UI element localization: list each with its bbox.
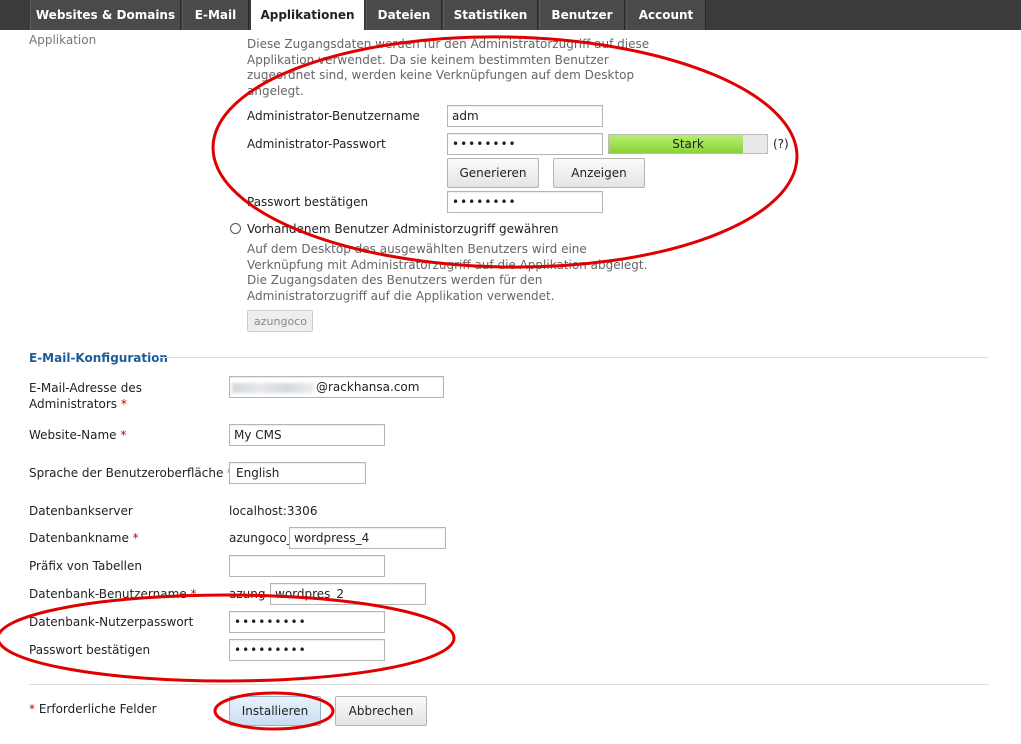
- existing-user-radio[interactable]: [230, 223, 241, 234]
- tab-applikationen[interactable]: Applikationen: [251, 0, 364, 31]
- admin-confirm-input[interactable]: ••••••••: [447, 191, 603, 213]
- annotation-ellipse-db-password: [0, 593, 456, 683]
- existing-user-option-label[interactable]: Vorhandenem Benutzer Administorzugriff g…: [247, 222, 558, 236]
- db-server-value: localhost:3306: [229, 504, 318, 518]
- admin-confirm-label: Passwort bestätigen: [247, 195, 369, 209]
- admin-password-input[interactable]: ••••••••: [447, 133, 603, 155]
- tab-dateien[interactable]: Dateien: [366, 0, 442, 30]
- admin-username-label: Administrator-Benutzername: [247, 109, 420, 123]
- existing-user-help-text: Auf dem Desktop des ausgewählten Benutze…: [247, 242, 648, 303]
- db-name-prefix: azungoco_: [229, 531, 293, 545]
- tab-benutzer[interactable]: Benutzer: [539, 0, 625, 30]
- db-user-input[interactable]: wordpres_2: [270, 583, 426, 605]
- generate-password-button[interactable]: Generieren: [447, 158, 539, 188]
- install-button[interactable]: Installieren: [229, 696, 321, 726]
- tab-websites-domains[interactable]: Websites & Domains: [30, 0, 181, 30]
- db-name-label: Datenbankname *: [29, 531, 139, 545]
- cancel-button[interactable]: Abbrechen: [335, 696, 427, 726]
- language-select[interactable]: English: [229, 462, 366, 484]
- strength-help-link[interactable]: (?): [773, 137, 789, 151]
- admin-email-label: E-Mail-Adresse des Administrators *: [29, 381, 142, 411]
- website-name-input[interactable]: My CMS: [229, 424, 385, 446]
- language-label: Sprache der Benutzeroberfläche *: [29, 466, 233, 480]
- tab-email[interactable]: E-Mail: [182, 0, 249, 30]
- password-strength-meter: Stark: [608, 134, 768, 154]
- applikation-label: Applikation: [29, 33, 97, 47]
- admin-email-input[interactable]: @rackhansa.com: [229, 376, 444, 398]
- db-password-input[interactable]: •••••••••: [229, 611, 385, 633]
- footer-divider: [29, 684, 989, 685]
- password-strength-label: Stark: [672, 137, 704, 151]
- db-user-label: Datenbank-Benutzername *: [29, 587, 197, 601]
- admin-username-input[interactable]: adm: [447, 105, 603, 127]
- db-server-label: Datenbankserver: [29, 504, 133, 518]
- db-confirm-input[interactable]: •••••••••: [229, 639, 385, 661]
- show-password-button[interactable]: Anzeigen: [553, 158, 645, 188]
- db-confirm-label: Passwort bestätigen: [29, 643, 151, 657]
- required-fields-note: * Erforderliche Felder: [29, 702, 157, 716]
- tab-account[interactable]: Account: [626, 0, 706, 30]
- table-prefix-input[interactable]: [229, 555, 385, 577]
- db-password-label: Datenbank-Nutzerpasswort: [29, 615, 194, 629]
- table-prefix-label: Präfix von Tabellen: [29, 559, 143, 573]
- db-name-input[interactable]: wordpress_4: [289, 527, 446, 549]
- website-name-label: Website-Name *: [29, 428, 127, 442]
- section-divider: [158, 357, 988, 358]
- admin-password-label: Administrator-Passwort: [247, 137, 386, 151]
- main-tab-bar: Websites & Domains E-Mail Applikationen …: [0, 0, 1021, 31]
- admin-help-text: Diese Zugangsdaten werden für den Admini…: [247, 37, 650, 98]
- redacted-email-local-part: [232, 383, 314, 393]
- tab-statistiken[interactable]: Statistiken: [443, 0, 538, 30]
- db-user-prefix: azung: [229, 587, 266, 601]
- email-config-title: E-Mail-Konfiguration: [29, 351, 168, 365]
- existing-user-select[interactable]: azungoco: [247, 310, 313, 332]
